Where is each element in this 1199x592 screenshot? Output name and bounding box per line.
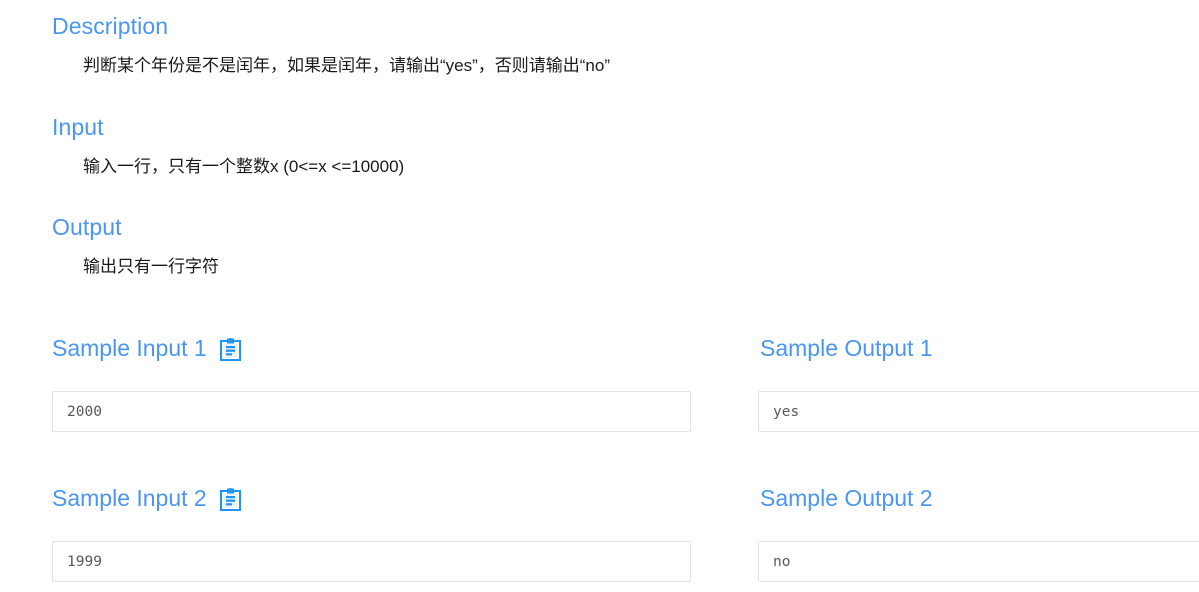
section-body-output: 输出只有一行字符 [83, 257, 219, 276]
section-heading-output: Output [52, 214, 122, 240]
sample-input-2-value: 1999 [67, 553, 102, 570]
clipboard-copy-icon[interactable] [219, 487, 241, 511]
sample-input-1-heading: Sample Input 1 [52, 334, 241, 362]
sample-input-1-label: Sample Input 1 [52, 335, 207, 361]
sample-output-2-box[interactable]: no [758, 541, 1199, 582]
clipboard-copy-icon[interactable] [219, 337, 241, 361]
section-body-description: 判断某个年份是不是闰年，如果是闰年，请输出“yes”，否则请输出“no” [83, 56, 611, 75]
sample-output-2-heading: Sample Output 2 [760, 484, 933, 512]
sample-output-2-value: no [773, 553, 791, 570]
sample-output-1-heading: Sample Output 1 [760, 334, 933, 362]
sample-output-1-label: Sample Output 1 [760, 335, 933, 361]
sample-output-2-label: Sample Output 2 [760, 485, 933, 511]
section-heading-input: Input [52, 114, 104, 140]
sample-input-2-box[interactable]: 1999 [52, 541, 691, 582]
sample-input-2-heading: Sample Input 2 [52, 484, 241, 512]
sample-output-1-box[interactable]: yes [758, 391, 1199, 432]
section-heading-description: Description [52, 13, 169, 39]
sample-input-1-box[interactable]: 2000 [52, 391, 691, 432]
sample-input-1-value: 2000 [67, 403, 102, 420]
sample-input-2-label: Sample Input 2 [52, 485, 207, 511]
section-body-input: 输入一行，只有一个整数x (0<=x <=10000) [83, 157, 405, 176]
problem-statement-page: Description 判断某个年份是不是闰年，如果是闰年，请输出“yes”，否… [0, 0, 1199, 592]
sample-output-1-value: yes [773, 403, 800, 420]
